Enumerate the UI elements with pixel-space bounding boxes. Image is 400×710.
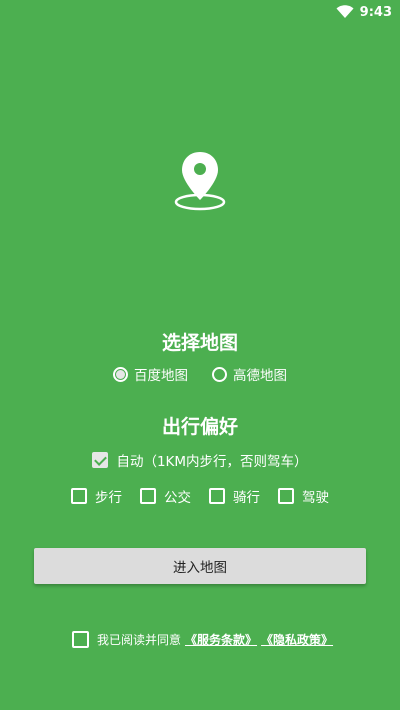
service-terms-link[interactable]: 《服务条款》	[185, 631, 257, 648]
status-bar: 9:43	[0, 0, 400, 24]
checkbox-auto-indicator	[92, 452, 109, 468]
checkbox-ride-indicator	[209, 488, 225, 504]
radio-amap-indicator	[212, 366, 227, 382]
radio-baidu-label: 百度地图	[134, 368, 188, 384]
radio-amap[interactable]: 高德地图	[212, 364, 287, 384]
checkbox-walk-label: 步行	[95, 490, 122, 506]
location-pin-icon	[174, 152, 226, 211]
agreement-checkbox[interactable]	[72, 631, 89, 648]
checkbox-ride-label: 骑行	[233, 490, 260, 506]
location-pin-logo	[170, 148, 230, 214]
auto-mode-row: 自动（1KM内步行，否则驾车）	[0, 450, 400, 470]
radio-baidu-map[interactable]: 百度地图	[113, 364, 188, 384]
agreement-text: 我已阅读并同意	[97, 633, 182, 647]
checkbox-bus-indicator	[140, 488, 156, 504]
privacy-policy-link[interactable]: 《隐私政策》	[261, 631, 333, 648]
checkbox-auto[interactable]: 自动（1KM内步行，否则驾车）	[92, 450, 308, 470]
checkbox-drive-indicator	[278, 488, 294, 504]
status-time: 9:43	[359, 4, 392, 20]
enter-map-button[interactable]: 进入地图	[34, 548, 366, 584]
checkbox-bus-label: 公交	[164, 490, 191, 506]
checkbox-bus[interactable]: 公交	[140, 486, 191, 506]
agreement-row: 我已阅读并同意 《服务条款》 《隐私政策》	[72, 631, 333, 648]
checkbox-walk-indicator	[71, 488, 87, 504]
travel-modes-row: 步行 公交 骑行 驾驶	[0, 486, 400, 506]
travel-pref-title: 出行偏好	[161, 416, 238, 438]
map-select-title: 选择地图	[161, 332, 238, 354]
radio-amap-label: 高德地图	[233, 368, 287, 384]
checkbox-walk[interactable]: 步行	[71, 486, 122, 506]
checkbox-auto-label: 自动（1KM内步行，否则驾车）	[116, 454, 308, 470]
radio-baidu-indicator	[113, 366, 128, 382]
checkbox-drive[interactable]: 驾驶	[278, 486, 329, 506]
wifi-icon	[336, 5, 354, 18]
checkbox-ride[interactable]: 骑行	[209, 486, 260, 506]
checkbox-drive-label: 驾驶	[302, 490, 329, 506]
map-radio-group: 百度地图 高德地图	[0, 364, 400, 384]
